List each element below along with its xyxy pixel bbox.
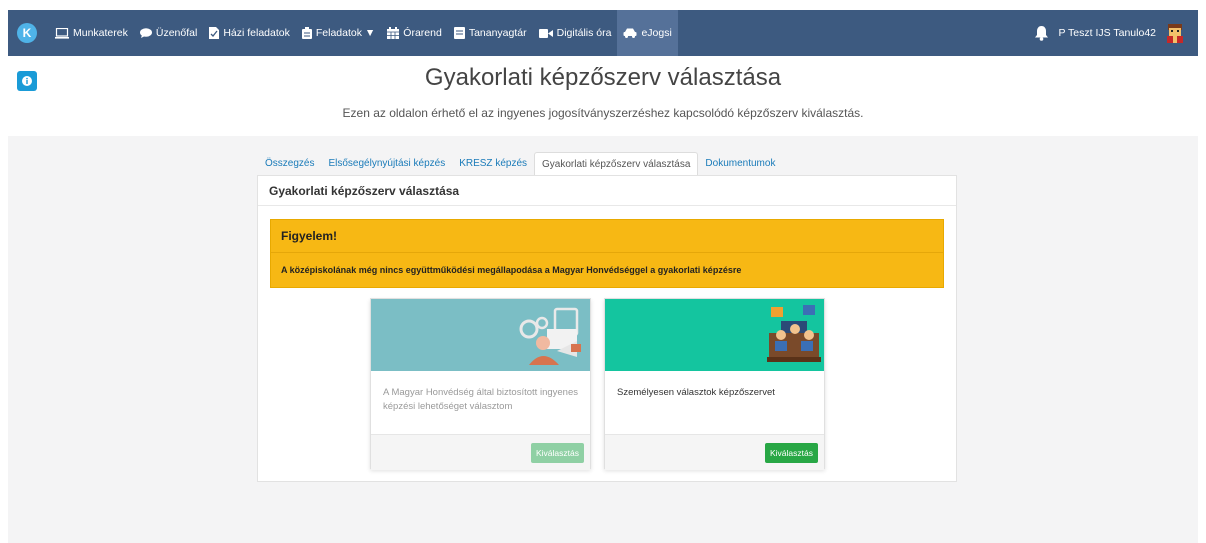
nav-item-label: Órarend bbox=[403, 27, 442, 39]
card-description: Személyesen választok képzőszervet bbox=[617, 387, 775, 398]
task-icon bbox=[301, 27, 312, 39]
nav-item-label: eJogsi bbox=[641, 27, 672, 39]
classroom-illustration-icon bbox=[767, 305, 821, 362]
app-logo-icon[interactable]: K bbox=[17, 23, 37, 43]
tab-elsosegelynyujtasi-kepzes[interactable]: Elsősegélynyújtási képzés bbox=[321, 152, 452, 175]
card-illustration bbox=[371, 299, 590, 371]
nav-item-label: Digitális óra bbox=[556, 27, 612, 39]
car-icon bbox=[623, 28, 637, 38]
video-icon bbox=[538, 28, 553, 38]
homework-icon bbox=[209, 27, 220, 39]
tab-gyakorlati-kepzoszerv[interactable]: Gyakorlati képzőszerv választása bbox=[534, 152, 699, 175]
card-illustration bbox=[605, 299, 824, 371]
nav-item-ejogsi[interactable]: eJogsi bbox=[617, 10, 678, 56]
card-footer: Kiválasztás bbox=[605, 434, 824, 470]
nav-item-label: Munkaterek bbox=[73, 27, 128, 39]
alert-title: Figyelem! bbox=[271, 220, 943, 253]
nav-item-munkaterek[interactable]: Munkaterek bbox=[49, 10, 134, 56]
chat-icon bbox=[139, 28, 152, 38]
page-subtitle: Ezen az oldalon érhető el az ingyenes jo… bbox=[342, 106, 864, 120]
warning-alert: Figyelem! A középiskolának még nincs egy… bbox=[270, 219, 944, 288]
notification-bell-icon[interactable] bbox=[1034, 25, 1049, 41]
book-icon bbox=[453, 27, 465, 39]
user-menu[interactable]: P Teszt IJS Tanulo42 bbox=[1034, 22, 1198, 44]
select-button[interactable]: Kiválasztás bbox=[765, 442, 818, 463]
nav-item-label: Üzenőfal bbox=[155, 27, 198, 39]
nav-item-uzenofal[interactable]: Üzenőfal bbox=[134, 10, 203, 56]
nav-item-digitalis-ora[interactable]: Digitális óra bbox=[533, 10, 618, 56]
nav-item-orarend[interactable]: Órarend bbox=[381, 10, 448, 56]
gears-person-illustration-icon bbox=[519, 307, 581, 365]
tab-bar: Összegzés Elsősegélynyújtási képzés KRES… bbox=[258, 152, 782, 175]
option-card-honvedseg: A Magyar Honvédség által biztosított ing… bbox=[370, 298, 591, 470]
page-title: Gyakorlati képzőszerv választása bbox=[424, 64, 782, 91]
nav-item-tananyagtar[interactable]: Tananyagtár bbox=[448, 10, 533, 56]
select-button-disabled[interactable]: Kiválasztás bbox=[531, 442, 584, 463]
panel-title: Gyakorlati képzőszerv választása bbox=[258, 176, 956, 206]
nav-item-label: Tananyagtár bbox=[468, 27, 527, 39]
option-card-szemelyes: Személyesen választok képzőszervet Kivál… bbox=[604, 298, 825, 470]
tab-dokumentumok[interactable]: Dokumentumok bbox=[698, 152, 782, 175]
card-description: A Magyar Honvédség által biztosított ing… bbox=[383, 387, 578, 412]
main-panel: Gyakorlati képzőszerv választása Figyele… bbox=[257, 175, 957, 482]
calendar-icon bbox=[387, 27, 400, 39]
user-avatar-icon[interactable] bbox=[1164, 22, 1186, 44]
laptop-icon bbox=[55, 27, 69, 39]
user-name[interactable]: P Teszt IJS Tanulo42 bbox=[1059, 27, 1156, 39]
tab-kresz-kepzes[interactable]: KRESZ képzés bbox=[452, 152, 534, 175]
nav-item-label: Feladatok ▼ bbox=[315, 27, 376, 39]
main-nav: Munkaterek Üzenőfal Házi feladatok Felad… bbox=[49, 10, 678, 56]
card-footer: Kiválasztás bbox=[371, 434, 590, 470]
nav-item-hazi-feladatok[interactable]: Házi feladatok bbox=[203, 10, 296, 56]
top-navbar: K Munkaterek Üzenőfal Házi feladatok Fel… bbox=[8, 10, 1198, 56]
alert-message: A középiskolának még nincs együttműködés… bbox=[281, 265, 742, 275]
nav-item-feladatok[interactable]: Feladatok ▼ bbox=[296, 10, 381, 56]
tab-osszegzes[interactable]: Összegzés bbox=[258, 152, 321, 175]
nav-item-label: Házi feladatok bbox=[223, 27, 290, 39]
